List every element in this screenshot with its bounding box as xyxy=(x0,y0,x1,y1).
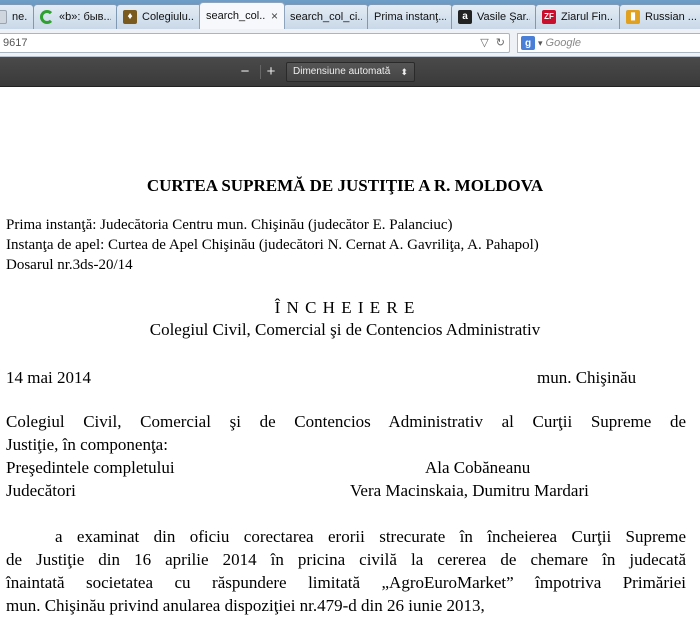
appeal-instance-line: Instanţa de apel: Curtea de Apel Chişină… xyxy=(6,237,539,253)
moldova-crest-icon: ♦ xyxy=(123,10,137,24)
body-paragraph-line: de Justiţie din 16 aprilie 2014 în prici… xyxy=(6,550,686,569)
book-icon: ▮ xyxy=(626,10,640,24)
composition-line: Colegiul Civil, Comercial şi de Contenci… xyxy=(6,412,686,431)
president-name: Ala Cobăneanu xyxy=(425,458,531,477)
bookmark-dropdown-icon[interactable]: ▽ xyxy=(480,37,488,49)
president-label: Preşedintele completului xyxy=(6,458,175,477)
address-bar[interactable]: 9617 ▽ ↻ xyxy=(0,33,510,53)
browser-tab[interactable]: ▮ Russian ... xyxy=(619,4,700,29)
search-placeholder: Google xyxy=(545,37,582,49)
google-search-engine-icon[interactable]: g xyxy=(521,36,535,50)
zoom-out-button[interactable]: − xyxy=(234,63,256,81)
tab-title: «b»: быв... xyxy=(59,11,111,23)
zoom-select-value: Dimensiune automată xyxy=(293,66,391,77)
search-engine-dropdown-icon[interactable]: ▾ xyxy=(538,38,543,49)
tab-title: Russian ... xyxy=(645,11,697,23)
tab-title: Ziarul Fin... xyxy=(561,11,614,23)
body-paragraph-line: a examinat din oficiu corectarea erorii … xyxy=(55,527,686,546)
close-tab-icon[interactable]: × xyxy=(271,9,278,23)
generic-page-icon xyxy=(0,10,7,24)
zoom-select[interactable]: Dimensiune automată ⬍ xyxy=(286,62,415,82)
body-paragraph-line: mun. Chişinău privind anularea dispoziţi… xyxy=(6,596,485,615)
reload-icon[interactable]: ↻ xyxy=(496,37,505,49)
a-letter-icon: a xyxy=(458,10,472,24)
tab-title: ne... xyxy=(12,11,27,23)
court-title: CURTEA SUPREMĂ DE JUSTIŢIE A R. MOLDOVA xyxy=(146,176,544,195)
browser-tab[interactable]: ne... xyxy=(0,4,34,29)
tab-title: Vasile Şar... xyxy=(477,11,530,23)
pdf-toolbar: − + Dimensiune automată ⬍ xyxy=(0,57,700,87)
navigation-bar: 9617 ▽ ↻ g ▾ Google xyxy=(0,29,700,57)
url-text: 9617 xyxy=(3,37,28,49)
pdf-page: CURTEA SUPREMĂ DE JUSTIŢIE A R. MOLDOVA … xyxy=(0,87,700,618)
composition-line: Justiţie, în componenţa: xyxy=(6,435,168,454)
body-paragraph-line: înaintată societatea cu răspundere limit… xyxy=(6,573,686,592)
browser-tab[interactable]: «b»: быв... xyxy=(33,4,118,29)
tab-title: search_col_ci... xyxy=(290,11,362,23)
search-box[interactable]: g ▾ Google xyxy=(517,33,700,53)
zf-logo-icon: ZF xyxy=(542,10,556,24)
document-place: mun. Chişinău xyxy=(537,368,637,387)
document-type-heading: Î N C H E I E R E xyxy=(274,298,416,317)
chevron-down-icon: ⬍ xyxy=(400,67,408,77)
browser-tab-active[interactable]: search_col... × xyxy=(199,2,285,29)
tab-strip: ne... «b»: быв... ♦ Colegiulu... search_… xyxy=(0,0,700,29)
loading-spinner-icon xyxy=(40,10,54,24)
zoom-in-button[interactable]: + xyxy=(260,63,282,81)
judges-names: Vera Macinskaia, Dumitru Mardari xyxy=(350,481,589,500)
browser-tab[interactable]: a Vasile Şar... xyxy=(451,4,537,29)
browser-tab[interactable]: ZF Ziarul Fin... xyxy=(535,4,621,29)
judges-label: Judecători xyxy=(6,481,76,500)
browser-tab[interactable]: search_col_ci... xyxy=(283,4,369,29)
tab-title: search_col... xyxy=(206,10,266,22)
document-date: 14 mai 2014 xyxy=(6,368,91,387)
first-instance-line: Prima instanţă: Judecătoria Centru mun. … xyxy=(6,217,453,233)
case-number: Dosarul nr.3ds-20/14 xyxy=(6,257,133,273)
browser-tab[interactable]: ♦ Colegiulu... xyxy=(116,4,202,29)
tab-title: Colegiulu... xyxy=(142,11,195,23)
tab-title: Prima instanţ... xyxy=(374,11,446,23)
browser-tab[interactable]: Prima instanţ... xyxy=(367,4,453,29)
college-heading: Colegiul Civil, Comercial şi de Contenci… xyxy=(149,320,541,339)
